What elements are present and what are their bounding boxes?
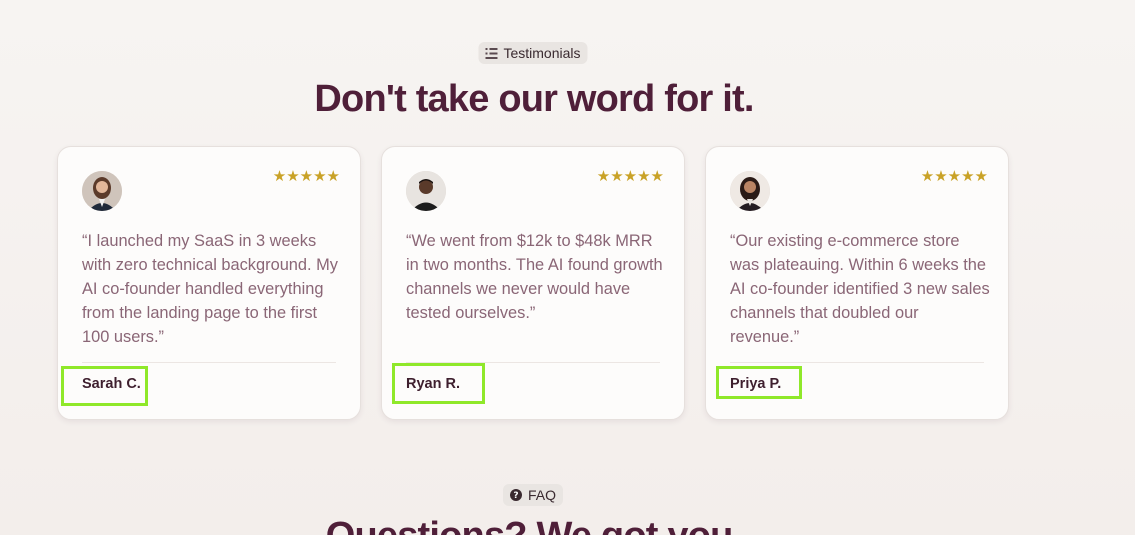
svg-text:?: ? xyxy=(513,491,518,501)
testimonial-quote: “I launched my SaaS in 3 weeks with zero… xyxy=(82,232,338,346)
rating-stars: ★★★★★ xyxy=(920,168,988,185)
avatar xyxy=(406,171,446,211)
divider xyxy=(730,362,984,363)
rating-stars: ★★★★★ xyxy=(596,168,664,185)
faq-title: Questions? We got you. xyxy=(0,515,1068,535)
testimonial-quote: “We went from $12k to $48k MRR in two mo… xyxy=(406,232,663,322)
page-title: Don't take our word for it. xyxy=(314,78,754,120)
avatar xyxy=(730,171,770,211)
author-highlight xyxy=(716,366,802,399)
testimonials-badge: Testimonials xyxy=(478,42,588,64)
testimonial-quote: “Our existing e-commerce store was plate… xyxy=(730,232,990,346)
author-highlight xyxy=(392,363,485,404)
testimonial-cards: ★★★★★ “I launched my SaaS in 3 weeks wit… xyxy=(57,146,1009,420)
divider xyxy=(82,362,336,363)
testimonials-badge-label: Testimonials xyxy=(503,45,581,61)
avatar xyxy=(82,171,122,211)
page: Testimonials Don't take our word for it.… xyxy=(0,0,1135,535)
question-circle-icon: ? xyxy=(509,489,522,501)
rating-stars: ★★★★★ xyxy=(272,168,340,185)
list-icon xyxy=(485,47,498,59)
faq-badge-label: FAQ xyxy=(527,487,557,503)
faq-badge: ? FAQ xyxy=(502,484,564,506)
author-highlight xyxy=(61,366,148,406)
